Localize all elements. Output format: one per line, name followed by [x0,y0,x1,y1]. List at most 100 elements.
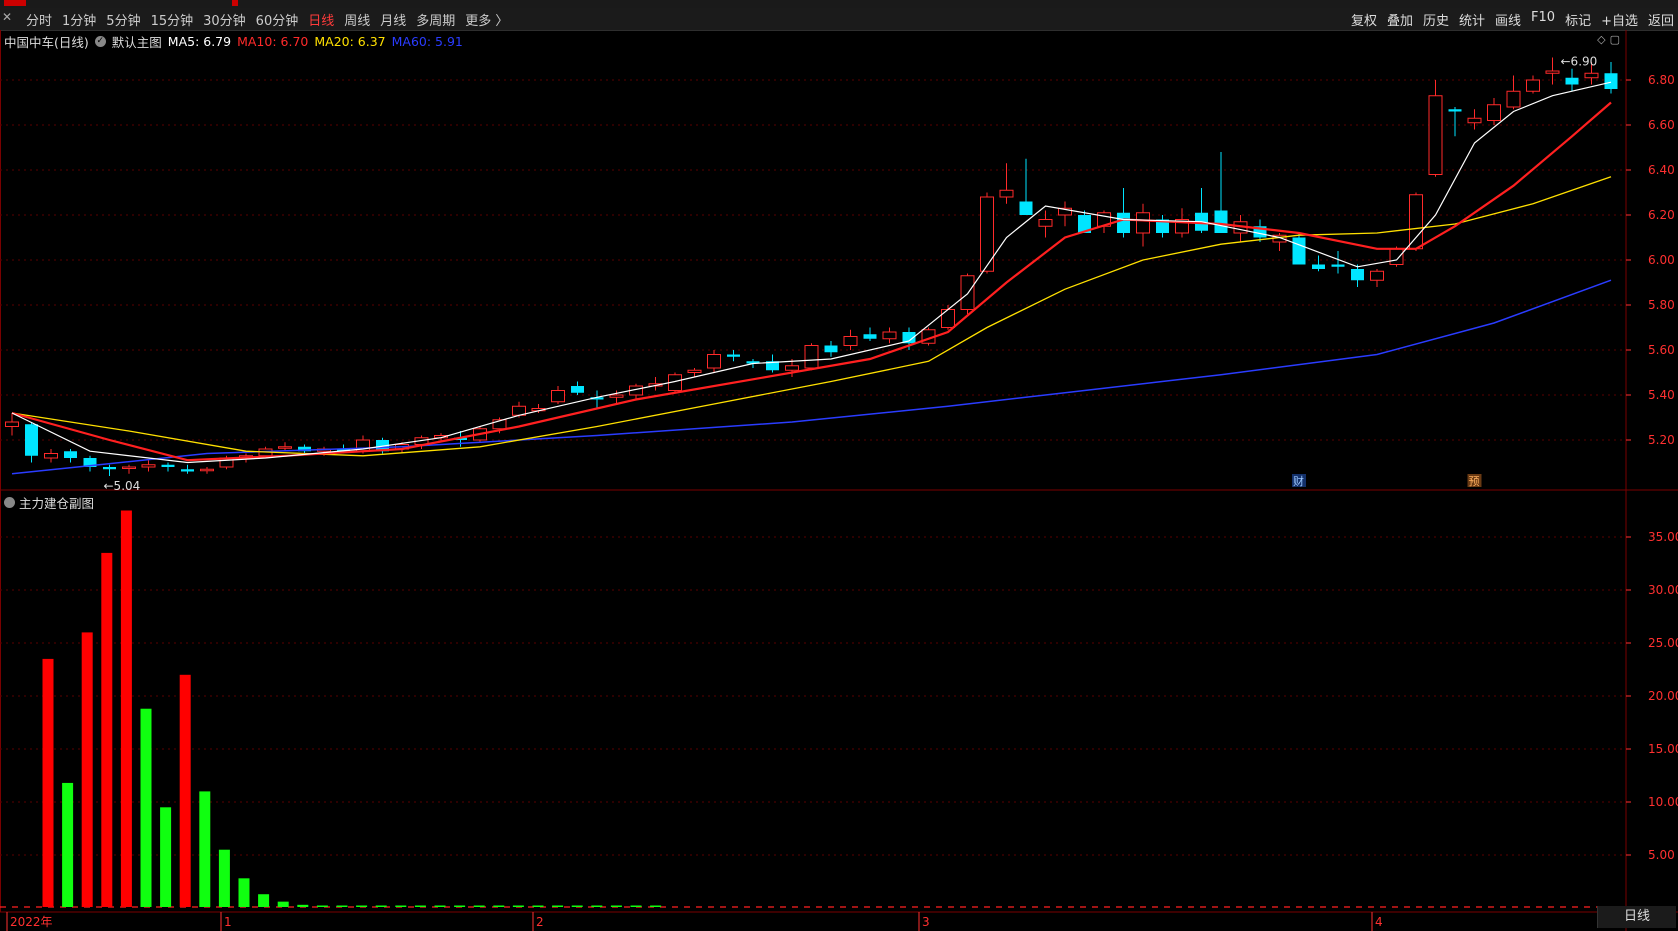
sub-y-tick-label: 15.00 [1648,742,1678,756]
candle-body [1584,72,1599,79]
candle-body [571,386,584,393]
volume-bar [512,905,524,907]
volume-bar [571,905,583,907]
candle-body [551,390,565,403]
candle-body [707,354,721,369]
candle-body [863,334,877,339]
date-label: 3 [922,915,930,929]
low-price-marker: ←5.04 [104,479,141,493]
sub-y-tick-label: 10.00 [1648,795,1678,809]
volume-bar [199,791,211,907]
candle-body [122,466,136,469]
candle-body [882,331,897,340]
candle-body [1448,109,1462,112]
volume-bar [473,905,485,907]
main-y-tick-label: 5.40 [1648,388,1675,402]
candle-body [1506,90,1521,108]
candle-body [804,345,819,369]
candle-body [25,424,38,456]
volume-bar [610,905,622,907]
main-y-tick-label: 6.80 [1648,73,1675,87]
volume-bar [316,905,328,907]
candle-body [1467,117,1482,124]
candle-body [960,275,975,310]
volume-bar [297,904,309,907]
ma60-line [11,279,1612,475]
event-badge: 财 [1293,474,1304,488]
main-y-tick-label: 5.20 [1648,433,1675,447]
date-label: 2 [536,915,544,929]
candle-body [999,189,1014,198]
sub-y-tick-label: 20.00 [1648,689,1678,703]
sub-y-tick-label: 5.00 [1648,848,1675,862]
candle-body [1409,194,1423,250]
candle-body [687,369,702,373]
candle-body [103,467,116,470]
candle-body [1312,264,1325,269]
candle-body [200,468,214,472]
candle-body [1389,248,1404,265]
candle-body [1136,212,1150,234]
candle-body [44,453,58,459]
candle-body [1117,212,1130,233]
volume-bar [356,905,368,907]
volume-bar [591,905,603,907]
candle-body [941,309,955,328]
volume-bar [238,878,250,907]
sub-y-tick-label: 35.00 [1648,530,1678,544]
sub-y-tick-label: 30.00 [1648,583,1678,597]
main-y-tick-label: 6.20 [1648,208,1675,222]
volume-bar [395,905,407,907]
volume-bar [493,905,505,907]
candle-body [1428,95,1443,175]
main-y-tick-label: 6.00 [1648,253,1675,267]
candle-body [1487,104,1501,121]
candle-body [64,451,77,458]
volume-bar [160,807,172,907]
candle-body [1292,237,1306,265]
candle-body [1351,269,1364,281]
kline-chart[interactable]: 6.806.606.406.206.005.805.605.405.2035.0… [0,0,1678,931]
volume-bar [375,905,387,907]
candle-body [1545,70,1560,74]
volume-bar [140,708,152,907]
main-y-tick-label: 6.40 [1648,163,1675,177]
candle-body [1526,79,1540,92]
candle-body [161,464,175,467]
date-label: 4 [1375,915,1383,929]
candle-body [824,345,838,353]
volume-bar [434,905,446,907]
main-y-tick-label: 6.60 [1648,118,1675,132]
candle-body [1565,77,1579,85]
volume-bar [630,905,642,907]
candle-body [785,365,799,371]
candle-body [181,469,194,472]
volume-bar [179,674,191,907]
candle-body [1214,210,1228,233]
volume-bar [62,782,74,907]
date-label: 2022年 [10,915,53,929]
candle-body [1331,264,1345,267]
main-y-tick-label: 5.60 [1648,343,1675,357]
main-y-tick-label: 5.80 [1648,298,1675,312]
volume-bar [101,552,113,907]
volume-bar [650,905,662,907]
volume-bar [532,905,544,907]
candle-body [5,421,19,427]
volume-bar [552,905,564,907]
volume-bar [454,905,466,907]
period-badge[interactable]: 日线 [1597,906,1676,928]
candle-body [609,394,624,398]
date-label: 1 [224,915,232,929]
volume-bar [414,905,426,907]
ma10-line [11,101,1612,462]
volume-bar [42,658,54,907]
volume-bar [336,905,348,907]
volume-bar [81,632,93,907]
candle-body [141,464,156,468]
volume-bar [120,510,132,907]
high-price-marker: ←6.90 [1561,55,1598,69]
candle-body [1038,219,1053,227]
volume-bar [277,901,289,907]
candle-body [727,354,740,357]
